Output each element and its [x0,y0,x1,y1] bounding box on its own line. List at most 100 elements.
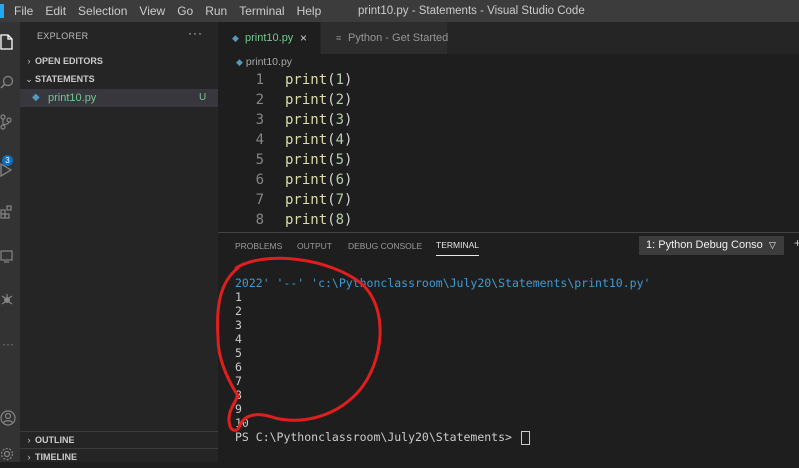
python-file-icon: ◆ [32,92,40,103]
line-number: 1 [255,72,264,88]
activity-bar: 3 ··· [0,22,20,462]
menu-selection[interactable]: Selection [72,0,133,22]
python-file-icon: ◆ [236,57,243,67]
code-line: 1 print(1) [218,70,799,90]
line-number: 7 [255,192,264,208]
terminal-output-line: 4 [235,332,242,346]
timeline-label: TIMELINE [35,452,77,462]
file-item-print10[interactable]: ◆ print10.py U [20,89,218,107]
more-icon[interactable]: ··· [0,330,22,358]
terminal-output-line: 8 [235,388,242,402]
timeline-section[interactable]: › TIMELINE [20,448,218,465]
explorer-icon[interactable] [0,28,20,56]
explorer-more-actions-icon[interactable]: ··· [188,26,203,40]
explorer-header: EXPLORER [37,31,89,41]
statements-folder-label: STATEMENTS [35,74,95,84]
line-number: 2 [255,92,264,108]
menu-file[interactable]: File [8,0,39,22]
prompt-text: PS C:\Pythonclassroom\July20\Statements> [235,430,519,444]
tab-output[interactable]: OUTPUT [297,233,332,259]
code-line: 8 print(8) [218,210,799,230]
code-text: print(5) [285,152,353,168]
line-number: 4 [255,132,264,148]
code-line: 2 print(2) [218,90,799,110]
outline-section[interactable]: › OUTLINE [20,431,218,448]
terminal-output-line: 10 [235,416,249,430]
code-text: print(8) [285,212,353,228]
line-number: 3 [255,112,264,128]
account-icon[interactable] [0,404,20,432]
tab-label: print10.py [245,32,294,44]
file-name: print10.py [48,92,97,104]
terminal-output-line: 9 [235,402,242,416]
code-editor[interactable]: 1 print(1) 2 print(2) 3 print(3) 4 print(4) … [218,70,799,230]
terminal-select-value: 1: Python Debug Conso [646,239,763,251]
terminal-output-line: 5 [235,346,242,360]
terminal-output-line: 2 [235,304,242,318]
statements-folder-section[interactable]: ⌄ STATEMENTS [20,70,218,88]
tab-terminal[interactable]: TERMINAL [436,233,479,256]
code-line: 6 print(6) [218,170,799,190]
settings-gear-icon[interactable] [0,440,20,468]
terminal-output-line: 7 [235,374,242,388]
menu-terminal[interactable]: Terminal [233,0,290,22]
chevron-down-icon: ⌄ [25,74,33,84]
code-line: 7 print(7) [218,190,799,210]
tab-problems[interactable]: PROBLEMS [235,233,282,259]
preview-icon: ≡ [336,33,342,43]
vscode-logo-icon [0,4,4,18]
editor-tabs: ◆ print10.py × ≡ Python - Get Started [218,22,799,54]
close-icon[interactable]: × [300,22,307,54]
terminal-prompt[interactable]: PS C:\Pythonclassroom\July20\Statements> [235,430,530,445]
chevron-down-icon: ▽ [769,240,776,250]
remote-explorer-icon[interactable] [0,242,20,270]
menu-go[interactable]: Go [171,0,199,22]
code-line: 5 print(5) [218,150,799,170]
extensions-icon[interactable] [0,198,20,226]
search-icon[interactable] [0,68,20,96]
code-text: print(6) [285,172,353,188]
run-debug-icon[interactable] [0,156,20,184]
code-line: 4 print(4) [218,130,799,150]
terminal-output[interactable]: 2022' '--' 'c:\Pythonclassroom\July20\St… [235,276,795,445]
python-file-icon: ◆ [232,33,239,43]
title-bar: File Edit Selection View Go Run Terminal… [0,0,799,22]
menu-edit[interactable]: Edit [39,0,72,22]
code-text: print(1) [285,72,353,88]
open-editors-section[interactable]: › OPEN EDITORS [20,52,218,70]
code-text: print(4) [285,132,353,148]
tab-label: Python - Get Started [348,32,449,44]
terminal-cursor [520,430,530,445]
line-number: 8 [255,212,264,228]
terminal-command-line: 2022' '--' 'c:\Pythonclassroom\July20\St… [235,276,651,290]
untracked-badge: U [199,92,207,103]
window-title: print10.py - Statements - Visual Studio … [358,5,585,17]
menu-run[interactable]: Run [199,0,233,22]
code-line: 3 print(3) [218,110,799,130]
line-number: 5 [255,152,264,168]
terminal-output-line: 1 [235,290,242,304]
code-text: print(3) [285,112,353,128]
code-text: print(2) [285,92,353,108]
menu-help[interactable]: Help [291,0,328,22]
outline-label: OUTLINE [35,435,75,445]
chevron-right-icon: › [27,452,31,462]
new-terminal-icon[interactable]: + [794,236,799,250]
source-control-icon[interactable] [0,108,20,136]
code-text: print(7) [285,192,353,208]
tab-python-get-started[interactable]: ≡ Python - Get Started [321,22,449,54]
terminal-output-line: 6 [235,360,242,374]
terminal-output-line: 3 [235,318,242,332]
terminal-select-dropdown[interactable]: 1: Python Debug Conso ▽ [639,236,784,255]
breadcrumb[interactable]: ◆ print10.py [236,54,292,70]
tab-print10[interactable]: ◆ print10.py × [218,22,320,54]
tab-debug-console[interactable]: DEBUG CONSOLE [348,233,422,259]
explorer-sidebar: EXPLORER ··· › OPEN EDITORS ⌄ STATEMENTS ◆… [20,22,218,462]
menu-view[interactable]: View [133,0,171,22]
chevron-right-icon: › [27,56,31,66]
bottom-panel: PROBLEMS OUTPUT DEBUG CONSOLE TERMINAL 1… [218,232,799,463]
line-number: 6 [255,172,264,188]
testing-icon[interactable] [0,286,20,314]
open-editors-label: OPEN EDITORS [35,56,103,66]
chevron-right-icon: › [27,435,31,445]
